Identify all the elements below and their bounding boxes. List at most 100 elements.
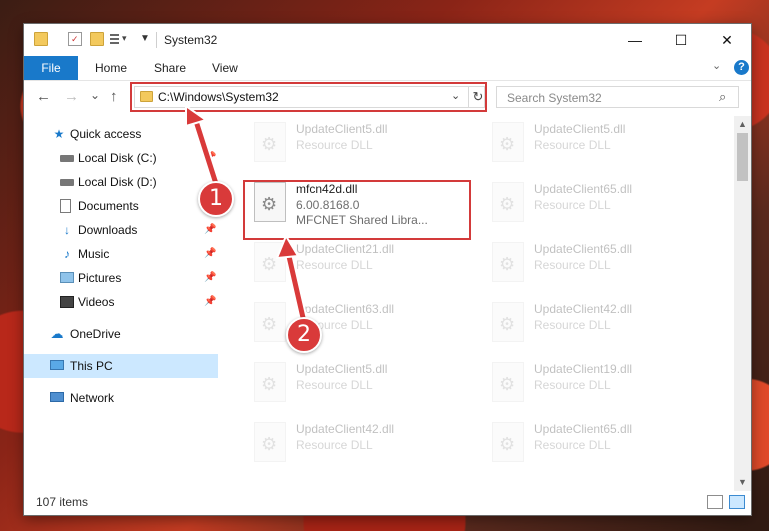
file-tile[interactable]: ⚙ UpdateClient5.dll Resource DLL	[246, 356, 468, 410]
gear-icon: ⚙	[499, 134, 516, 154]
file-name: UpdateClient65.dll	[534, 422, 633, 436]
file-name: UpdateClient42.dll	[296, 422, 395, 436]
file-type: Resource DLL	[534, 438, 611, 452]
forward-button[interactable]: →	[64, 89, 79, 105]
sidebar-item-label: OneDrive	[70, 327, 121, 341]
file-tile[interactable]: ⚙ UpdateClient65.dll Resource DLL	[484, 416, 706, 470]
sidebar-item-label: Music	[78, 247, 110, 261]
new-folder-icon[interactable]	[90, 32, 104, 46]
file-tile[interactable]: ⚙ UpdateClient65.dll Resource DLL	[484, 236, 706, 290]
sidebar-item-music[interactable]: ♪ Music 📌	[24, 242, 218, 266]
file-type: Resource DLL	[534, 318, 611, 332]
scroll-up-icon[interactable]: ▲	[734, 116, 751, 133]
large-icons-view-icon[interactable]	[729, 495, 745, 509]
title-separator	[156, 32, 157, 48]
scroll-thumb[interactable]	[737, 133, 748, 181]
maximize-button[interactable]: ☐	[658, 24, 704, 56]
recent-locations-button[interactable]: ⌄	[90, 87, 100, 103]
back-button[interactable]: ←	[36, 89, 51, 105]
search-icon[interactable]: ⌕	[719, 89, 726, 105]
pin-icon[interactable]: 📌	[204, 242, 216, 266]
file-type: Resource DLL	[296, 438, 373, 452]
file-tile[interactable]: ⚙ UpdateClient42.dll Resource DLL	[246, 416, 468, 470]
file-type: Resource DLL	[296, 378, 373, 392]
tab-file[interactable]: File	[24, 56, 78, 80]
file-tile[interactable]: ⚙ UpdateClient65.dll Resource DLL	[484, 176, 706, 230]
details-view-icon[interactable]	[707, 495, 723, 509]
documents-icon	[60, 199, 71, 213]
address-path[interactable]: C:\Windows\System32	[158, 90, 279, 104]
tab-view[interactable]: View	[212, 56, 238, 80]
sidebar-item-downloads[interactable]: ↓ Downloads 📌	[24, 218, 218, 242]
computer-icon	[50, 360, 64, 370]
file-tile[interactable]: ⚙ UpdateClient21.dll Resource DLL	[246, 236, 468, 290]
search-input[interactable]	[505, 90, 709, 106]
properties-icon[interactable]: ✓	[68, 32, 82, 46]
dll-file-icon: ⚙	[492, 122, 524, 162]
gear-icon: ⚙	[499, 314, 516, 334]
sidebar-item-network[interactable]: Network	[24, 386, 218, 410]
help-icon[interactable]: ?	[734, 60, 749, 75]
folder-icon	[34, 32, 48, 46]
file-name: UpdateClient42.dll	[534, 302, 633, 316]
dll-file-icon: ⚙	[492, 422, 524, 462]
vertical-scrollbar[interactable]: ▲ ▼	[734, 116, 751, 491]
gear-icon: ⚙	[261, 434, 278, 454]
file-name: UpdateClient5.dll	[296, 122, 388, 136]
sidebar-item-label: Quick access	[70, 127, 142, 141]
status-bar: 107 items	[24, 491, 751, 515]
pin-icon[interactable]: 📌	[204, 290, 216, 314]
sidebar-item-label: Downloads	[78, 223, 138, 237]
navigation-bar: ← → ⌄ ↑ C:\Windows\System32 ⌄ ↻ ⌕	[24, 81, 751, 115]
minimize-button[interactable]: —	[612, 24, 658, 56]
scroll-down-icon[interactable]: ▼	[734, 474, 751, 491]
file-type: Resource DLL	[534, 198, 611, 212]
expand-ribbon-icon[interactable]: ⌄	[712, 59, 721, 72]
dll-file-icon: ⚙	[254, 182, 286, 222]
file-tile[interactable]: ⚙ UpdateClient42.dll Resource DLL	[484, 296, 706, 350]
pin-icon[interactable]: 📌	[204, 266, 216, 290]
sidebar-item-videos[interactable]: Videos 📌	[24, 290, 218, 314]
file-tile-mfcn42d[interactable]: ⚙ mfcn42d.dll 6.00.8168.0 MFCNET Shared …	[246, 176, 468, 230]
file-tile[interactable]: ⚙ UpdateClient5.dll Resource DLL	[246, 116, 468, 170]
sidebar-item-documents[interactable]: Documents 📌	[24, 194, 218, 218]
sidebar-item-quick-access[interactable]: ★ Quick access	[24, 122, 218, 146]
star-icon: ★	[53, 127, 65, 141]
sidebar-item-local-disk-c[interactable]: Local Disk (C:) 📌	[24, 146, 218, 170]
tab-home[interactable]: Home	[95, 56, 127, 80]
ribbon-tabs: File Home Share View ⌄ ?	[24, 56, 751, 81]
tab-share[interactable]: Share	[154, 56, 186, 80]
up-button[interactable]: ↑	[110, 89, 118, 105]
sidebar-item-onedrive[interactable]: ☁ OneDrive	[24, 322, 218, 346]
file-name: mfcn42d.dll	[296, 182, 358, 196]
file-tile[interactable]: ⚙ UpdateClient63.dll Resource DLL	[246, 296, 468, 350]
address-folder-icon	[140, 91, 153, 102]
close-button[interactable]: ✕	[704, 24, 750, 56]
file-name: UpdateClient65.dll	[534, 242, 633, 256]
pin-icon[interactable]: 📌	[204, 218, 216, 242]
drive-icon	[60, 179, 74, 186]
window-title: System32	[164, 33, 218, 47]
file-tile[interactable]: ⚙ UpdateClient19.dll Resource DLL	[484, 356, 706, 410]
file-type: Resource DLL	[534, 378, 611, 392]
customize-toolbar-icon[interactable]: ▾	[110, 32, 130, 46]
dll-file-icon: ⚙	[254, 242, 286, 282]
sidebar-item-pictures[interactable]: Pictures 📌	[24, 266, 218, 290]
pin-icon[interactable]: 📌	[204, 146, 216, 170]
gear-icon: ⚙	[499, 194, 516, 214]
file-description: MFCNET Shared Libra...	[296, 213, 428, 227]
file-tile[interactable]: ⚙ UpdateClient5.dll Resource DLL	[484, 116, 706, 170]
dll-file-icon: ⚙	[254, 302, 286, 342]
sidebar-item-this-pc[interactable]: This PC	[24, 354, 218, 378]
search-box[interactable]: ⌕	[496, 86, 739, 108]
sidebar-item-label: Pictures	[78, 271, 122, 285]
sidebar-item-local-disk-d[interactable]: Local Disk (D:)	[24, 170, 218, 194]
gear-icon: ⚙	[261, 194, 278, 214]
drive-icon	[60, 155, 74, 162]
file-name: UpdateClient21.dll	[296, 242, 395, 256]
refresh-button[interactable]: ↻	[468, 86, 487, 108]
quick-access-dropdown-icon[interactable]: ▼	[140, 32, 154, 46]
file-version: 6.00.8168.0	[296, 198, 360, 212]
address-dropdown-icon[interactable]: ⌄	[451, 89, 460, 102]
address-bar[interactable]: C:\Windows\System32 ⌄ ↻	[134, 86, 485, 108]
